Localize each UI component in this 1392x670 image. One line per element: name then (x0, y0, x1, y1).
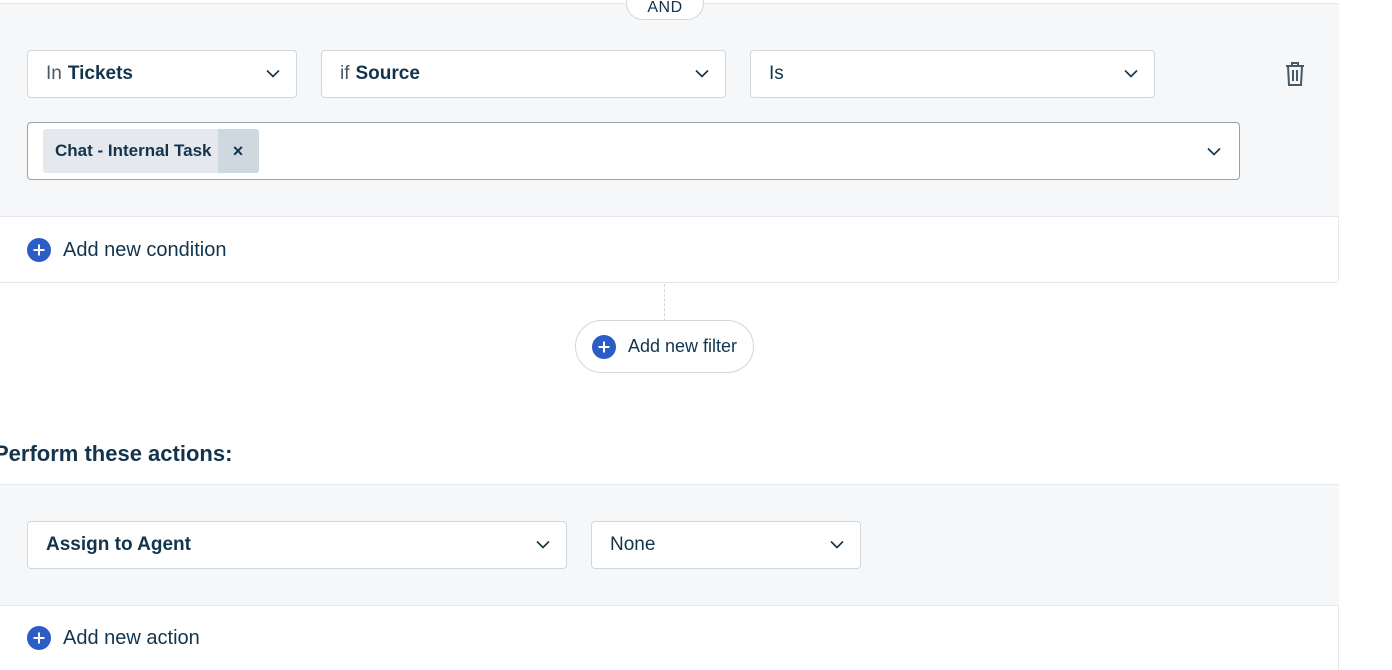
trash-icon[interactable] (1283, 60, 1307, 88)
chevron-down-icon (536, 540, 550, 549)
module-select[interactable]: In Tickets (27, 50, 297, 98)
add-filter-label: Add new filter (628, 336, 738, 356)
operator-select[interactable]: Is (750, 50, 1155, 98)
agent-select[interactable]: None (591, 521, 861, 569)
add-condition-label: Add new condition (63, 238, 227, 261)
chevron-down-icon (266, 69, 280, 78)
plus-circle-icon (27, 626, 51, 650)
filter-connector-line (664, 284, 665, 321)
and-operator-label: AND (647, 0, 683, 16)
field-select-prefix: if (340, 63, 350, 84)
and-operator-badge[interactable]: AND (626, 0, 704, 20)
add-condition-link[interactable]: Add new condition (27, 238, 226, 262)
module-select-value: Tickets (67, 63, 133, 84)
chevron-down-icon (1207, 147, 1221, 156)
condition-row-panel (0, 3, 1339, 217)
field-select[interactable]: if Source (321, 50, 726, 98)
selected-value-label: Chat - Internal Task (55, 141, 212, 160)
actions-section-title: Perform these actions: (0, 441, 233, 466)
remove-tag-button[interactable]: × (217, 129, 259, 173)
action-select-value: Assign to Agent (46, 534, 191, 555)
action-select[interactable]: Assign to Agent (27, 521, 567, 569)
value-multiselect[interactable]: Chat - Internal Task × (27, 122, 1240, 180)
add-filter-button[interactable]: Add new filter (575, 320, 754, 373)
close-icon: × (232, 140, 244, 161)
plus-circle-icon (27, 238, 51, 262)
agent-select-value: None (610, 534, 656, 555)
selected-value-tag: Chat - Internal Task × (43, 129, 259, 173)
add-action-label: Add new action (63, 626, 200, 649)
chevron-down-icon (830, 540, 844, 549)
chevron-down-icon (1124, 69, 1138, 78)
module-select-prefix: In (46, 63, 62, 84)
plus-circle-icon (592, 334, 616, 359)
chevron-down-icon (695, 69, 709, 78)
field-select-value: Source (355, 63, 420, 84)
operator-select-value: Is (769, 63, 784, 84)
add-action-link[interactable]: Add new action (27, 626, 200, 650)
